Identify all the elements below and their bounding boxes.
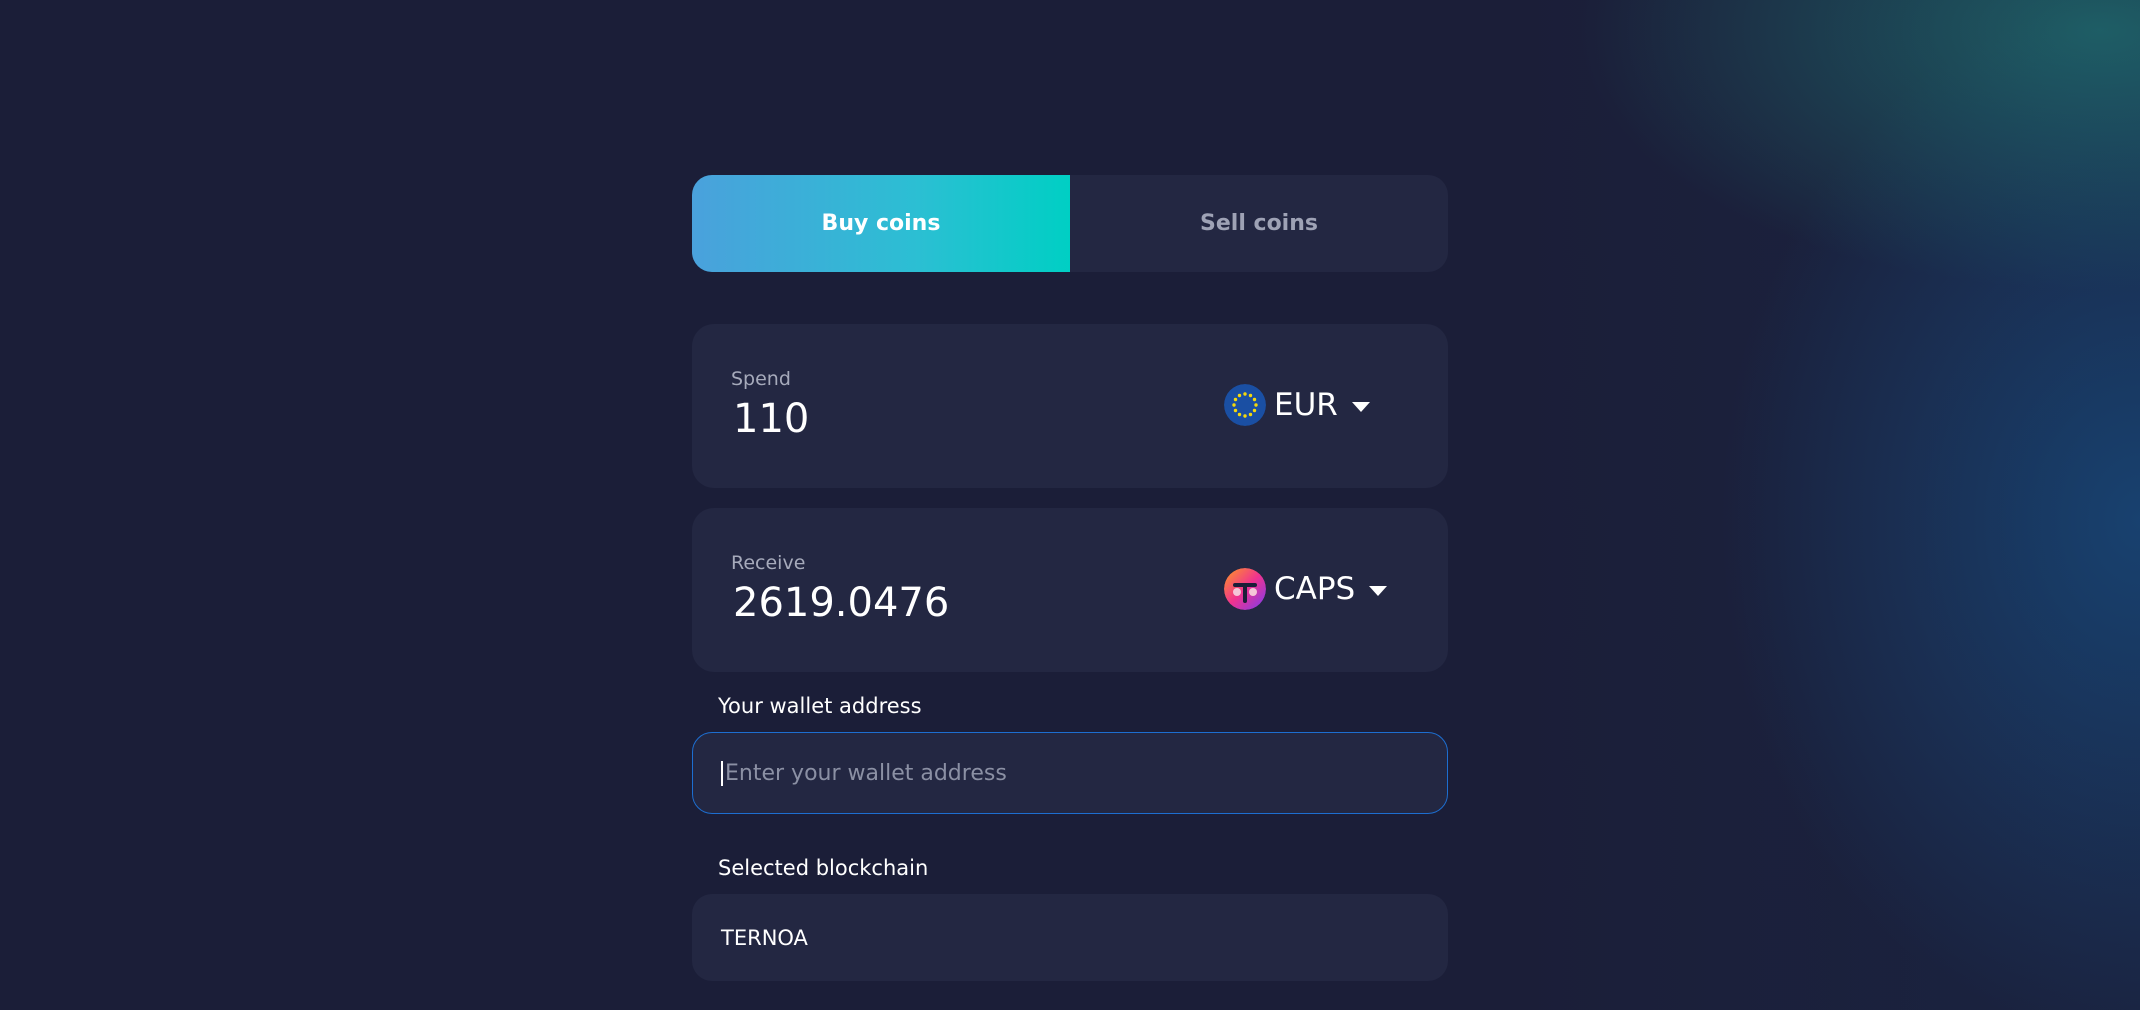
receive-label: Receive	[731, 552, 806, 574]
eu-flag-icon	[1224, 384, 1266, 426]
spend-amount-input[interactable]	[733, 396, 1153, 442]
receive-amount-input[interactable]	[733, 580, 1153, 626]
chevron-down-icon	[1351, 402, 1370, 412]
spend-label: Spend	[731, 368, 791, 390]
receive-card: Receive CAPS	[692, 508, 1448, 672]
selected-blockchain-label: Selected blockchain	[718, 856, 929, 880]
selected-blockchain-value: TERNOA	[692, 894, 1448, 981]
wallet-address-label: Your wallet address	[718, 694, 922, 718]
receive-currency-selector[interactable]: CAPS	[1224, 566, 1388, 612]
exchange-widget: Buy coins Sell coins Spend 110 EUR Recei…	[692, 175, 1448, 981]
buy-sell-tabs: Buy coins Sell coins	[692, 175, 1448, 272]
wallet-address-field	[692, 732, 1448, 814]
receive-currency-code: CAPS	[1274, 571, 1356, 607]
tab-sell-coins[interactable]: Sell coins	[1070, 175, 1448, 272]
spend-card: Spend EUR	[692, 324, 1448, 488]
wallet-address-input[interactable]	[721, 760, 1385, 786]
spend-currency-code: EUR	[1274, 387, 1338, 423]
spend-currency-selector[interactable]: EUR	[1224, 382, 1370, 428]
chevron-down-icon	[1369, 586, 1388, 596]
caps-token-icon	[1224, 568, 1266, 610]
tab-buy-coins[interactable]: Buy coins	[692, 175, 1070, 272]
